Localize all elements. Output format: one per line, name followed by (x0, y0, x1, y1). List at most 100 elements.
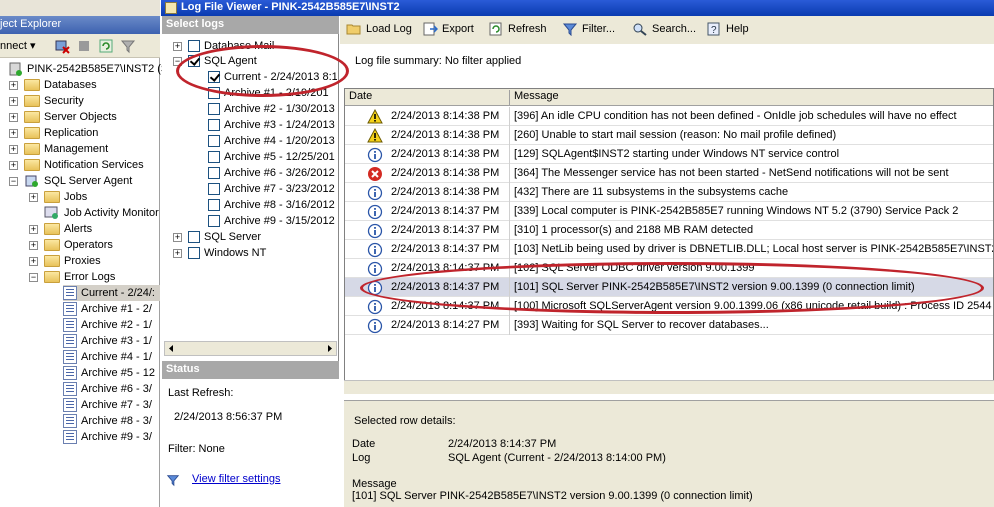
agent-log-item[interactable]: Archive #1 - 2/19/201 (208, 85, 329, 101)
expand-icon[interactable]: + (29, 240, 38, 250)
checkbox[interactable] (208, 71, 220, 83)
log-row[interactable]: 2/24/2013 8:14:38 PM [396] An idle CPU co… (345, 107, 993, 126)
checkbox[interactable] (208, 119, 220, 131)
checkbox[interactable] (208, 87, 220, 99)
expand-icon[interactable]: + (9, 96, 18, 106)
search-button[interactable]: Search... (632, 22, 696, 36)
error-log-item[interactable]: Archive #4 - 1/ (63, 349, 152, 365)
error-log-item[interactable]: Archive #1 - 2/ (63, 301, 152, 317)
error-log-item[interactable]: Archive #5 - 12 (63, 365, 155, 381)
checkbox[interactable] (208, 151, 220, 163)
tree-item-error-logs[interactable]: − Error Logs (29, 269, 115, 285)
agent-log-item[interactable]: Archive #6 - 3/26/2012 (208, 165, 335, 181)
disconnect-icon[interactable] (54, 38, 70, 54)
log-row[interactable]: 2/24/2013 8:14:37 PM [101] SQL Server PIN… (345, 278, 993, 297)
agent-log-item[interactable]: Archive #3 - 1/24/2013 (208, 117, 335, 133)
stop-icon[interactable] (76, 38, 92, 54)
log-row[interactable]: 2/24/2013 8:14:37 PM [102] SQL Server ODB… (345, 259, 993, 278)
error-log-item[interactable]: Current - 2/24/: (63, 285, 160, 301)
agent-log-item[interactable]: Archive #8 - 3/16/2012 (208, 197, 335, 213)
expand-icon[interactable]: + (9, 128, 18, 138)
tree-item-notification-services[interactable]: + Notification Services (9, 157, 144, 173)
server-node[interactable]: PINK-2542B585E7\INST2 (S (8, 61, 168, 77)
expand-icon[interactable]: + (173, 41, 182, 51)
checkbox[interactable] (208, 183, 220, 195)
refresh-button[interactable]: Refresh (488, 22, 547, 36)
error-log-item[interactable]: Archive #2 - 1/ (63, 317, 152, 333)
tree-item-jobs[interactable]: + Jobs (29, 189, 87, 205)
log-row[interactable]: 2/24/2013 8:14:38 PM [364] The Messenger … (345, 164, 993, 183)
tree-item-proxies[interactable]: + Proxies (29, 253, 101, 269)
agent-log-item[interactable]: Archive #4 - 1/20/2013 (208, 133, 335, 149)
tree-item-management[interactable]: + Management (9, 141, 108, 157)
agent-log-item[interactable]: Archive #9 - 3/15/2012 (208, 213, 335, 229)
checkbox[interactable] (208, 103, 220, 115)
log-row[interactable]: 2/24/2013 8:14:37 PM [310] 1 processor(s)… (345, 221, 993, 240)
error-log-item[interactable]: Archive #7 - 3/ (63, 397, 152, 413)
log-node-windows-nt[interactable]: + Windows NT (173, 245, 266, 261)
tree-item-sql-server-agent[interactable]: − SQL Server Agent (9, 173, 132, 189)
agent-log-item[interactable]: Current - 2/24/2013 8:1 (208, 69, 337, 85)
expand-icon[interactable]: + (29, 256, 38, 266)
refresh-icon[interactable] (98, 38, 114, 54)
tree-item-security[interactable]: + Security (9, 93, 84, 109)
collapse-icon[interactable]: − (9, 176, 18, 186)
log-row[interactable]: 2/24/2013 8:14:38 PM [129] SQLAgent$INST2… (345, 145, 993, 164)
column-header-date[interactable]: Date (345, 90, 510, 105)
error-log-item[interactable]: Archive #9 - 3/ (63, 429, 152, 445)
expand-icon[interactable]: + (29, 192, 38, 202)
log-grid[interactable]: Date Message 2/24/2013 8:14:38 PM [396] A… (344, 88, 994, 394)
log-row[interactable]: 2/24/2013 8:14:38 PM [260] Unable to star… (345, 126, 993, 145)
log-row[interactable]: 2/24/2013 8:14:37 PM [103] NetLib being u… (345, 240, 993, 259)
logs-tree-scrollbar[interactable] (164, 341, 337, 356)
collapse-icon[interactable]: − (29, 272, 38, 282)
log-row[interactable]: 2/24/2013 8:14:37 PM [100] Microsoft SQLS… (345, 297, 993, 316)
view-filter-settings-link[interactable]: View filter settings (192, 473, 280, 485)
log-row[interactable]: 2/24/2013 8:14:38 PM [432] There are 11 s… (345, 183, 993, 202)
checkbox[interactable] (208, 215, 220, 227)
agent-log-item[interactable]: Archive #7 - 3/23/2012 (208, 181, 335, 197)
expand-icon[interactable]: + (9, 160, 18, 170)
checkbox[interactable] (208, 199, 220, 211)
tree-item-databases[interactable]: + Databases (9, 77, 97, 93)
agent-log-item[interactable]: Archive #5 - 12/25/201 (208, 149, 335, 165)
log-row[interactable]: 2/24/2013 8:14:37 PM [339] Local computer… (345, 202, 993, 221)
scroll-right-icon[interactable] (325, 344, 334, 353)
checkbox[interactable] (188, 247, 200, 259)
checkbox[interactable] (188, 40, 200, 52)
expand-icon[interactable]: + (173, 232, 182, 242)
tree-item-job-activity-monitor[interactable]: Job Activity Monitor (44, 205, 159, 221)
error-log-item[interactable]: Archive #3 - 1/ (63, 333, 152, 349)
filter-button[interactable]: Filter... (562, 22, 615, 36)
scroll-left-icon[interactable] (167, 344, 176, 353)
log-node-database-mail[interactable]: + Database Mail (173, 38, 274, 54)
expand-icon[interactable]: + (9, 80, 18, 90)
checkbox[interactable] (208, 167, 220, 179)
expand-icon[interactable]: + (9, 144, 18, 154)
expand-icon[interactable]: + (173, 248, 182, 258)
log-row[interactable]: 2/24/2013 8:14:27 PM [393] Waiting for SQ… (345, 316, 993, 335)
agent-log-item[interactable]: Archive #2 - 1/30/2013 (208, 101, 335, 117)
expand-icon[interactable]: + (9, 112, 18, 122)
grid-scrollbar[interactable] (344, 380, 994, 394)
tree-item-replication[interactable]: + Replication (9, 125, 98, 141)
tree-item-alerts[interactable]: + Alerts (29, 221, 92, 237)
filter-icon[interactable] (120, 38, 136, 54)
export-button[interactable]: Export (422, 22, 474, 36)
tree-item-server-objects[interactable]: + Server Objects (9, 109, 117, 125)
connect-button[interactable]: nnect ▾ (0, 39, 36, 52)
help-button[interactable]: ? Help (706, 22, 749, 36)
tree-item-operators[interactable]: + Operators (29, 237, 113, 253)
error-log-item[interactable]: Archive #8 - 3/ (63, 413, 152, 429)
log-node-sql-server[interactable]: + SQL Server (173, 229, 261, 245)
column-header-message[interactable]: Message (510, 90, 993, 105)
expand-icon[interactable]: + (29, 224, 38, 234)
log-node-sql-agent[interactable]: − SQL Agent (173, 53, 257, 69)
collapse-icon[interactable]: − (173, 56, 182, 66)
load-log-button[interactable]: Load Log (346, 22, 412, 36)
checkbox[interactable] (208, 135, 220, 147)
error-log-item[interactable]: Archive #6 - 3/ (63, 381, 152, 397)
viewer-title-bar[interactable]: Log File Viewer - PINK-2542B585E7\INST2 (161, 0, 994, 16)
checkbox[interactable] (188, 55, 200, 67)
checkbox[interactable] (188, 231, 200, 243)
